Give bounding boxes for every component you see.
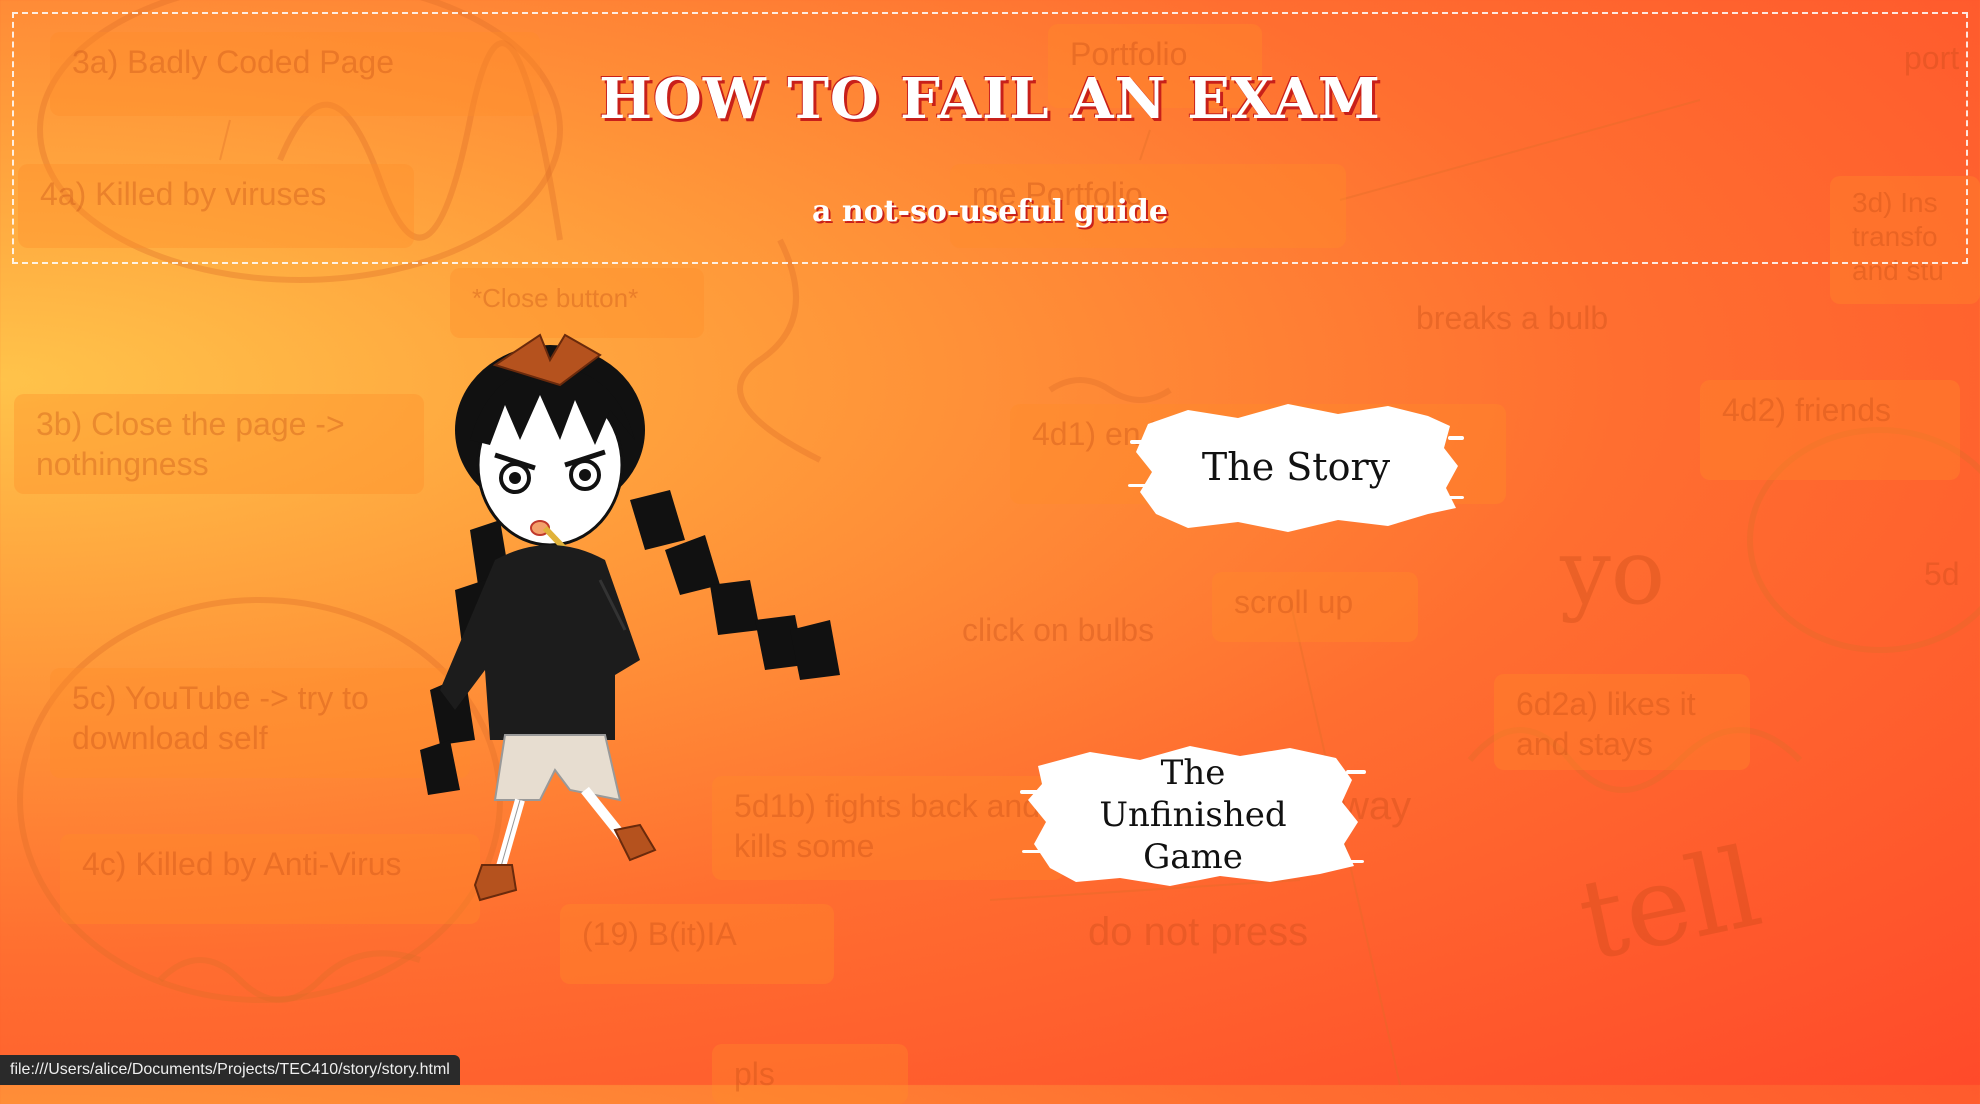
bg-box: pls [712,1044,908,1104]
page-header: HOW TO FAIL AN EXAM a not-so-useful guid… [12,12,1968,264]
browser-status-bar: file:///Users/alice/Documents/Projects/T… [0,1055,460,1085]
bg-box: 4d2) friends [1700,380,1960,480]
boot-right [613,823,657,862]
bg-scribble-text: tell [1568,822,1772,986]
bg-box: (19) B(it)IA [560,904,834,984]
boot-left [473,864,518,902]
bg-box: scroll up [1212,572,1418,642]
bg-box: 6d2a) likes it and stays [1494,674,1750,770]
bg-box: click on bulbs [962,612,1155,648]
bg-box: *Close button* [450,268,704,338]
unfinished-game-button[interactable]: The Unfinished Game [1020,740,1366,890]
shorts [493,734,622,802]
unfinished-game-button-label: The Unfinished Game [1099,753,1287,877]
bg-box: 3b) Close the page -> nothingness [14,394,424,494]
page-subtitle: a not-so-useful guide [812,194,1168,229]
page-title: HOW TO FAIL AN EXAM [599,66,1381,132]
story-button[interactable]: The Story [1128,396,1464,538]
bg-box: breaks a bulb [1416,300,1609,336]
bg-text: 5d [1924,556,1960,592]
bg-text: do not press [1088,910,1309,954]
bg-scribble-text: yo [1560,520,1666,625]
story-button-label: The Story [1201,445,1391,489]
character-illustration [420,333,840,902]
